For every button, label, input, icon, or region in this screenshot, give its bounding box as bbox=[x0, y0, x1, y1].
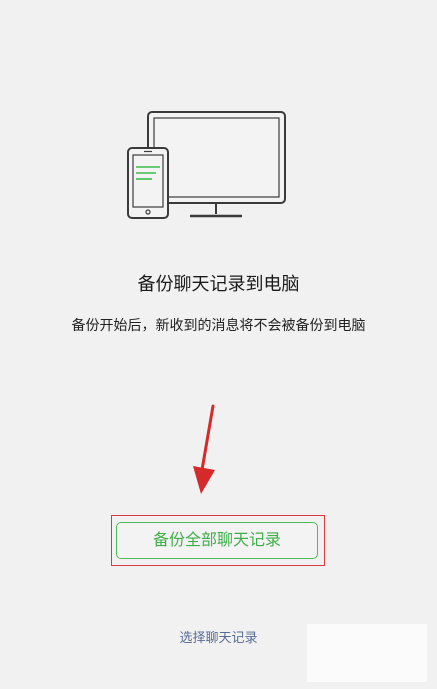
phone-and-monitor-icon bbox=[127, 111, 286, 219]
backup-all-button[interactable]: 备份全部聊天记录 bbox=[116, 522, 318, 559]
watermark-patch bbox=[307, 624, 427, 682]
phone-screen bbox=[132, 154, 164, 208]
backup-notice: 备份开始后，新收到的消息将不会被备份到电脑 bbox=[71, 318, 366, 334]
page-title: 备份聊天记录到电脑 bbox=[137, 274, 300, 295]
arrow-down-icon bbox=[193, 404, 215, 494]
